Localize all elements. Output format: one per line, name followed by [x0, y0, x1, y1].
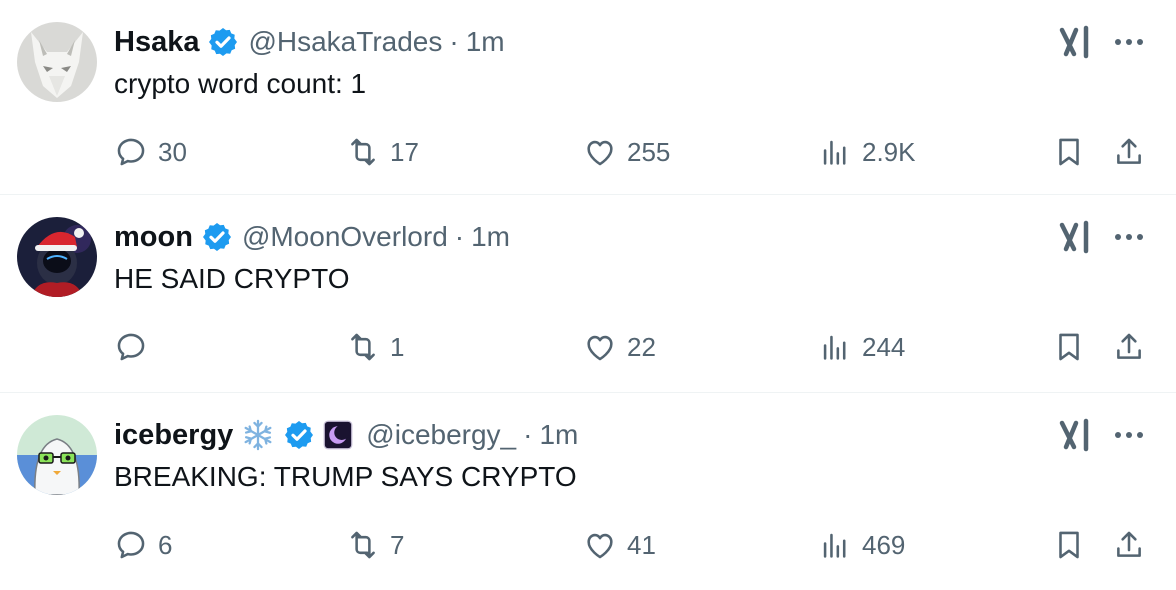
- share-icon: [1117, 531, 1141, 557]
- verified-badge-icon[interactable]: [201, 221, 233, 253]
- tweet[interactable]: moon @MoonOverlord · 1m HE SAID CRYPTO 1: [0, 195, 1176, 392]
- like-button[interactable]: 41: [583, 525, 656, 565]
- snowflake-icon: [241, 418, 275, 452]
- display-name[interactable]: moon: [114, 221, 193, 254]
- grok-icon[interactable]: [1058, 417, 1094, 453]
- separator-dot: ·: [523, 419, 533, 450]
- bookmark-button[interactable]: [1052, 132, 1086, 172]
- separator-dot: ·: [449, 26, 459, 57]
- views-button[interactable]: 469: [818, 525, 905, 565]
- tweet-feed: Hsaka @HsakaTrades · 1m crypto word coun…: [0, 0, 1176, 590]
- avatar[interactable]: [17, 217, 97, 297]
- reply-icon: [117, 333, 145, 361]
- verified-badge-icon[interactable]: [283, 419, 315, 451]
- like-count: 22: [627, 331, 656, 362]
- reply-button[interactable]: [114, 327, 158, 367]
- views-button[interactable]: 244: [818, 327, 905, 367]
- repost-icon: [351, 333, 375, 361]
- timestamp[interactable]: 1m: [471, 221, 510, 253]
- analytics-icon: [823, 140, 846, 165]
- reply-count: 6: [158, 529, 173, 560]
- tweet-actions: 6 7 41 469: [0, 525, 1176, 565]
- reply-count: 30: [158, 136, 187, 167]
- repost-button[interactable]: 1: [346, 327, 404, 367]
- like-button[interactable]: 255: [583, 132, 670, 172]
- bookmark-icon: [1059, 333, 1079, 361]
- reply-button[interactable]: 6: [114, 525, 172, 565]
- tweet-actions: 30 17 255 2.9K: [0, 132, 1176, 172]
- bookmark-button[interactable]: [1052, 327, 1086, 367]
- tweet-text: BREAKING: TRUMP SAYS CRYPTO: [114, 461, 577, 492]
- view-count: 469: [862, 529, 906, 560]
- reply-icon: [117, 531, 145, 559]
- like-count: 255: [627, 136, 671, 167]
- tweet-text: HE SAID CRYPTO: [114, 263, 350, 294]
- repost-count: 7: [390, 529, 405, 560]
- user-handle[interactable]: @icebergy_: [366, 419, 516, 451]
- verified-badge-icon[interactable]: [207, 26, 239, 58]
- user-handle[interactable]: @HsakaTrades: [248, 26, 442, 58]
- like-button[interactable]: 22: [583, 327, 656, 367]
- analytics-icon: [823, 533, 846, 558]
- more-options-icon[interactable]: [1112, 32, 1146, 52]
- share-icon: [1117, 333, 1141, 359]
- view-count: 2.9K: [862, 136, 916, 167]
- reply-icon: [117, 138, 145, 166]
- views-button[interactable]: 2.9K: [818, 132, 916, 172]
- share-button[interactable]: [1112, 327, 1146, 367]
- repost-icon: [351, 531, 375, 559]
- repost-button[interactable]: 7: [346, 525, 404, 565]
- repost-count: 17: [390, 136, 419, 167]
- timestamp[interactable]: 1m: [539, 419, 578, 451]
- tweet-header: Hsaka @HsakaTrades · 1m: [114, 20, 505, 64]
- tweet[interactable]: Hsaka @HsakaTrades · 1m crypto word coun…: [0, 0, 1176, 194]
- display-name[interactable]: Hsaka: [114, 26, 199, 59]
- repost-icon: [351, 138, 375, 166]
- grok-icon[interactable]: [1058, 219, 1094, 255]
- repost-count: 1: [390, 331, 405, 362]
- heart-icon: [587, 140, 613, 166]
- like-count: 41: [627, 529, 656, 560]
- bookmark-icon: [1059, 531, 1079, 559]
- analytics-icon: [823, 335, 846, 360]
- avatar[interactable]: [17, 415, 97, 495]
- bookmark-icon: [1059, 138, 1079, 166]
- reply-button[interactable]: 30: [114, 132, 187, 172]
- tweet-text: crypto word count: 1: [114, 68, 367, 99]
- bookmark-button[interactable]: [1052, 525, 1086, 565]
- display-name[interactable]: icebergy: [114, 419, 233, 452]
- heart-icon: [587, 335, 613, 361]
- timestamp[interactable]: 1m: [466, 26, 505, 58]
- moon-badge-icon[interactable]: [323, 418, 357, 452]
- tweet-actions: 1 22 244: [0, 327, 1176, 367]
- more-options-icon[interactable]: [1112, 227, 1146, 247]
- share-icon: [1117, 138, 1141, 164]
- separator-dot: ·: [454, 221, 465, 252]
- view-count: 244: [862, 331, 906, 362]
- more-options-icon[interactable]: [1112, 425, 1146, 445]
- heart-icon: [587, 533, 613, 559]
- grok-icon[interactable]: [1058, 24, 1094, 60]
- tweet-header: icebergy @icebergy_ · 1m: [114, 413, 578, 457]
- repost-button[interactable]: 17: [346, 132, 419, 172]
- avatar[interactable]: [17, 22, 97, 102]
- tweet[interactable]: icebergy @icebergy_ · 1m BREAKING: TRUMP…: [0, 393, 1176, 590]
- share-button[interactable]: [1112, 525, 1146, 565]
- share-button[interactable]: [1112, 132, 1146, 172]
- tweet-header: moon @MoonOverlord · 1m: [114, 215, 510, 259]
- user-handle[interactable]: @MoonOverlord: [242, 221, 448, 253]
